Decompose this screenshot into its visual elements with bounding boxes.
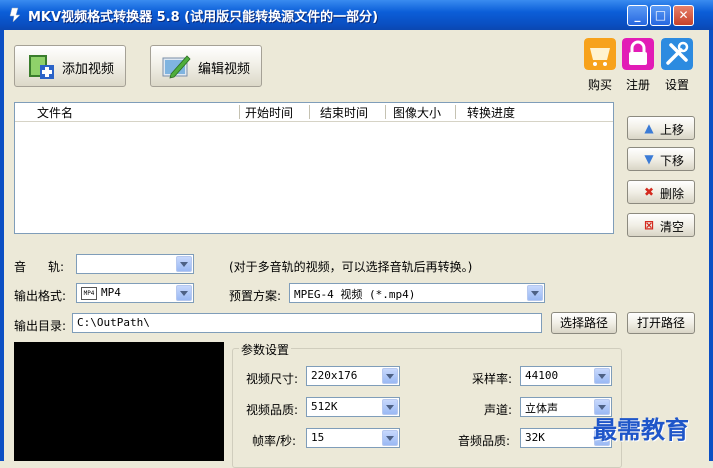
move-up-label: 上移: [660, 123, 685, 137]
mp4-format-icon: MP4: [81, 286, 97, 300]
output-format-select[interactable]: MP4 MP4: [76, 283, 194, 303]
preset-value: MPEG-4 视频 (*.mp4): [294, 288, 416, 301]
minimize-button[interactable]: _: [627, 5, 648, 26]
settings-label[interactable]: 设置: [657, 76, 697, 93]
add-video-label: 添加视频: [62, 62, 115, 77]
open-path-button[interactable]: 打开路径: [627, 312, 695, 334]
settings-icon[interactable]: [661, 38, 693, 70]
window-title: MKV视频格式转换器 5.8 (试用版只能转换源文件的一部分): [28, 10, 379, 25]
column-divider: [385, 105, 386, 119]
output-dir-value: C:\OutPath\: [77, 316, 150, 329]
column-divider: [239, 105, 240, 119]
maximize-icon: □: [654, 8, 667, 22]
video-preview: [14, 342, 224, 461]
column-divider: [455, 105, 456, 119]
sample-rate-value: 44100: [525, 369, 559, 382]
video-size-value: 220x176: [311, 369, 358, 382]
column-progress[interactable]: 转换进度: [467, 104, 515, 121]
lock-icon[interactable]: [622, 38, 654, 70]
sample-rate-select[interactable]: 44100: [520, 366, 612, 386]
channels-value: 立体声: [525, 402, 558, 415]
title-bar[interactable]: MKV视频格式转换器 5.8 (试用版只能转换源文件的一部分) _ □ ✕: [0, 0, 713, 30]
chevron-down-icon[interactable]: [176, 256, 192, 272]
choose-path-button[interactable]: 选择路径: [551, 312, 617, 334]
window-frame-left: [0, 30, 4, 461]
channels-label: 声道:: [484, 403, 513, 417]
video-size-label: 视频尺寸:: [246, 372, 299, 386]
delete-button[interactable]: ✖ 删除: [627, 180, 695, 204]
add-video-icon: [29, 55, 54, 79]
minimize-icon: _: [634, 8, 641, 22]
column-image-size[interactable]: 图像大小: [393, 104, 441, 121]
maximize-button[interactable]: □: [650, 5, 671, 26]
delete-x-icon: ✖: [643, 185, 655, 199]
fps-value: 15: [311, 431, 325, 444]
column-filename[interactable]: 文件名: [37, 104, 73, 121]
chevron-down-icon[interactable]: [594, 368, 610, 384]
preset-select[interactable]: MPEG-4 视频 (*.mp4): [289, 283, 545, 303]
preset-label: 预置方案:: [229, 289, 282, 303]
audio-track-label-a: 音: [14, 260, 27, 274]
video-quality-select[interactable]: 512K: [306, 397, 400, 417]
arrow-up-icon: ▲: [644, 121, 654, 135]
close-icon: ✕: [678, 8, 689, 22]
output-dir-input[interactable]: C:\OutPath\: [72, 313, 542, 333]
clear-button[interactable]: ⊠ 清空: [627, 213, 695, 237]
window-frame-right: [709, 30, 713, 461]
move-down-label: 下移: [660, 154, 685, 168]
parameter-settings-legend: 参数设置: [239, 341, 292, 358]
audio-track-select[interactable]: [76, 254, 194, 274]
move-down-button[interactable]: ▼ 下移: [627, 147, 695, 171]
output-dir-label: 输出目录:: [14, 319, 67, 333]
audio-quality-value: 32K: [525, 431, 545, 444]
output-format-text: MP4: [101, 286, 121, 299]
audio-quality-label: 音频品质:: [458, 434, 511, 448]
cart-icon[interactable]: [584, 38, 616, 70]
move-up-button[interactable]: ▲ 上移: [627, 116, 695, 140]
chevron-down-icon[interactable]: [382, 430, 398, 446]
fps-select[interactable]: 15: [306, 428, 400, 448]
column-start-time[interactable]: 开始时间: [245, 104, 293, 121]
edit-video-label: 编辑视频: [198, 62, 251, 77]
clear-icon: ⊠: [643, 218, 655, 232]
video-quality-value: 512K: [311, 400, 338, 413]
edit-video-icon: [162, 55, 191, 79]
close-button[interactable]: ✕: [673, 5, 694, 26]
audio-track-hint: (对于多音轨的视频，可以选择音轨后再转换。): [229, 260, 473, 274]
output-format-label: 输出格式:: [14, 289, 67, 303]
add-video-button[interactable]: 添加视频: [14, 45, 126, 87]
arrow-down-icon: ▼: [644, 152, 654, 166]
buy-label[interactable]: 购买: [580, 76, 620, 93]
chevron-down-icon[interactable]: [382, 368, 398, 384]
edit-video-button[interactable]: 编辑视频: [150, 45, 262, 87]
chevron-down-icon[interactable]: [527, 285, 543, 301]
output-format-value: MP4 MP4: [81, 286, 121, 300]
clear-label: 清空: [660, 220, 685, 234]
chevron-down-icon[interactable]: [382, 399, 398, 415]
delete-label: 删除: [660, 187, 685, 201]
file-list[interactable]: 文件名 开始时间 结束时间 图像大小 转换进度: [14, 102, 614, 234]
sample-rate-label: 采样率:: [472, 372, 513, 386]
watermark-text: 最需教育: [593, 415, 689, 444]
video-size-select[interactable]: 220x176: [306, 366, 400, 386]
video-quality-label: 视频品质:: [246, 403, 299, 417]
column-divider: [309, 105, 310, 119]
register-label[interactable]: 注册: [618, 76, 658, 93]
chevron-down-icon[interactable]: [176, 285, 192, 301]
audio-track-label-b: 轨:: [48, 260, 65, 274]
file-list-header: 文件名 开始时间 结束时间 图像大小 转换进度: [15, 103, 613, 122]
fps-label: 帧率/秒:: [252, 434, 297, 448]
app-icon: [9, 7, 21, 23]
column-end-time[interactable]: 结束时间: [320, 104, 368, 121]
